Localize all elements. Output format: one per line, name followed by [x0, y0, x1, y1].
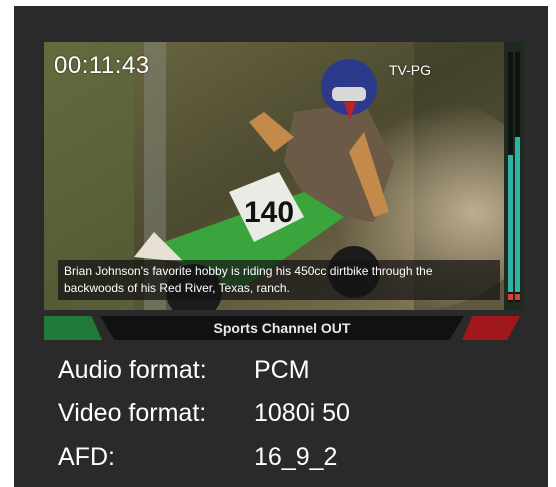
audio-meter-strip: [504, 42, 524, 310]
caption-text: Brian Johnson's favorite hobby is riding…: [58, 260, 500, 300]
timecode: 00:11:43: [54, 52, 150, 79]
tally-right-indicator: [462, 316, 520, 340]
afd-value: 16_9_2: [254, 443, 338, 471]
video-format-value: 1080i 50: [254, 399, 350, 427]
audio-format-label: Audio format:: [58, 356, 207, 384]
audio-meter-left: [508, 52, 513, 302]
meter-peak-indicator: [515, 294, 520, 300]
afd-label: AFD:: [58, 443, 115, 471]
output-tally-bar: Sports Channel OUT: [44, 316, 520, 340]
video-format-label: Video format:: [58, 399, 207, 427]
svg-text:140: 140: [244, 196, 294, 229]
meter-fill: [515, 137, 520, 292]
meter-fill: [508, 154, 513, 292]
meter-peak-indicator: [508, 294, 513, 300]
audio-format-value: PCM: [254, 356, 310, 384]
output-channel-label: Sports Channel OUT: [100, 316, 464, 340]
video-viewer[interactable]: 140 00:11:43 TV-PG Brian Johnson's favor…: [44, 42, 524, 310]
tally-left-indicator: [44, 316, 102, 340]
audio-meter-right: [515, 52, 520, 302]
content-rating: TV-PG: [389, 62, 432, 78]
